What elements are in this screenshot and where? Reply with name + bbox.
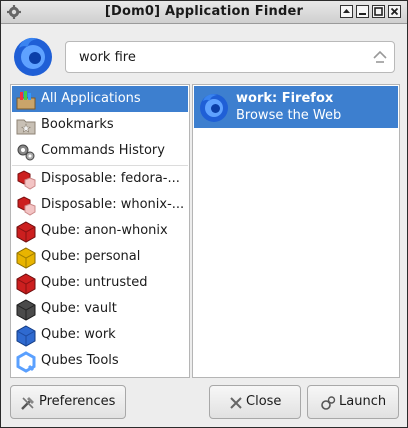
preferences-label: Preferences xyxy=(39,394,116,409)
category-label: Qube: vault xyxy=(41,301,117,316)
category-label: Commands History xyxy=(41,143,165,158)
category-qube-untrusted[interactable]: Qube: untrusted xyxy=(12,270,188,296)
firefox-icon xyxy=(200,94,228,122)
category-label: All Applications xyxy=(41,91,141,106)
bookmarks-folder-icon xyxy=(16,119,36,135)
clear-search-icon[interactable] xyxy=(372,49,388,65)
app-name: work: Firefox xyxy=(236,91,334,106)
launch-gears-icon xyxy=(321,396,336,410)
category-qube-work[interactable]: Qube: work xyxy=(12,322,188,348)
category-qube-personal[interactable]: Qube: personal xyxy=(12,244,188,270)
arrow-up-icon xyxy=(343,9,350,13)
category-qube-anon-whonix[interactable]: Qube: anon-whonix xyxy=(12,218,188,244)
preferences-button[interactable]: Preferences xyxy=(10,385,126,419)
app-description: Browse the Web xyxy=(236,108,342,123)
category-label: Qubes Tools xyxy=(41,353,119,368)
tools-icon xyxy=(21,397,34,410)
category-disposable-fedora[interactable]: Disposable: fedora-... xyxy=(12,166,188,192)
firefox-logo-icon xyxy=(14,37,52,76)
qubes-logo-icon xyxy=(16,351,36,373)
close-icon xyxy=(230,397,242,409)
launch-label: Launch xyxy=(339,394,387,409)
minimize-button[interactable] xyxy=(356,5,369,18)
category-label: Qube: anon-whonix xyxy=(41,223,168,238)
title-bar[interactable]: [Dom0] Application Finder xyxy=(1,1,407,24)
qube-yellow-icon xyxy=(16,247,36,269)
application-list[interactable]: work: Firefox Browse the Web xyxy=(192,84,400,378)
minimize-icon xyxy=(359,13,366,15)
qube-red-icon xyxy=(16,221,36,243)
category-label: Disposable: whonix-... xyxy=(41,197,185,212)
shade-button[interactable] xyxy=(340,5,353,18)
category-label: Disposable: fedora-... xyxy=(41,171,180,186)
close-icon xyxy=(390,7,399,16)
category-commands-history[interactable]: Commands History xyxy=(12,138,188,164)
close-window-button[interactable] xyxy=(388,5,401,18)
category-label: Qube: work xyxy=(41,327,116,342)
qube-blue-icon xyxy=(16,325,36,347)
category-qube-vault[interactable]: Qube: vault xyxy=(12,296,188,322)
search-input[interactable] xyxy=(79,48,359,66)
launch-button[interactable]: Launch xyxy=(307,385,399,419)
maximize-button[interactable] xyxy=(372,5,385,18)
category-disposable-whonix[interactable]: Disposable: whonix-... xyxy=(12,192,188,218)
qube-red-small-icon xyxy=(17,170,36,190)
app-row-work-firefox[interactable]: work: Firefox Browse the Web xyxy=(194,86,398,128)
app-finder-window: [Dom0] Application Finder work fire All … xyxy=(0,0,408,428)
qube-red-small-icon xyxy=(17,196,36,216)
all-applications-icon xyxy=(16,91,36,110)
category-label: Qube: personal xyxy=(41,249,141,264)
category-label: Bookmarks xyxy=(41,117,114,132)
category-all-applications[interactable]: All Applications xyxy=(12,86,188,112)
close-button[interactable]: Close xyxy=(209,385,301,419)
category-label: Qube: untrusted xyxy=(41,275,148,290)
category-list[interactable]: All Applications Bookmarks Commands Hist… xyxy=(10,84,190,378)
gears-icon xyxy=(17,144,35,161)
maximize-icon xyxy=(374,7,383,16)
category-bookmarks[interactable]: Bookmarks xyxy=(12,112,188,138)
qube-black-icon xyxy=(16,299,36,321)
category-qubes-tools[interactable]: Qubes Tools xyxy=(12,348,188,374)
search-field[interactable] xyxy=(65,41,395,73)
close-label: Close xyxy=(246,394,282,409)
qube-red-icon xyxy=(16,273,36,295)
